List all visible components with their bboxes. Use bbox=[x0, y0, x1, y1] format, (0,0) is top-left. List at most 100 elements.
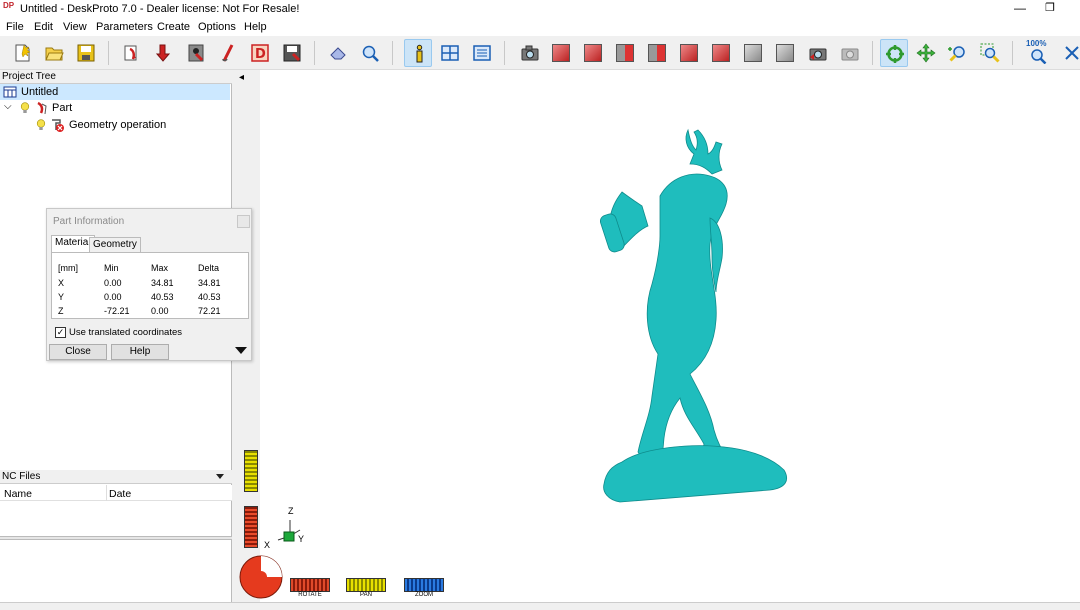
part-parameters-button[interactable] bbox=[118, 39, 146, 67]
view-back-button[interactable] bbox=[644, 39, 672, 67]
menu-parameters[interactable]: Parameters bbox=[96, 21, 153, 33]
next-view-button[interactable] bbox=[836, 39, 864, 67]
list-view-button[interactable] bbox=[468, 39, 496, 67]
view-back-icon bbox=[648, 44, 666, 62]
column-date[interactable]: Date bbox=[109, 488, 131, 500]
cutter-button[interactable] bbox=[214, 39, 242, 67]
row-axis: X bbox=[58, 278, 65, 288]
project-tree-header: Project Tree bbox=[0, 70, 232, 84]
view-left-button[interactable] bbox=[676, 39, 704, 67]
write-nc-icon bbox=[283, 44, 301, 62]
tree-item-part[interactable]: ⌵ Part bbox=[0, 100, 230, 116]
pan-control-label: PAN bbox=[360, 592, 372, 598]
axis-x-label: X bbox=[264, 540, 271, 550]
expand-dialog-icon[interactable] bbox=[235, 347, 247, 354]
zoom-window-icon bbox=[980, 43, 1000, 63]
menu-create[interactable]: Create bbox=[157, 21, 190, 33]
menu-edit[interactable]: Edit bbox=[34, 21, 53, 33]
view-iso2-icon bbox=[776, 44, 794, 62]
menu-options[interactable]: Options bbox=[198, 21, 236, 33]
row-delta: 40.53 bbox=[198, 292, 221, 302]
minimize-button[interactable]: — bbox=[1010, 1, 1030, 17]
calculate-button[interactable]: D bbox=[246, 39, 274, 67]
dropdown-arrow-icon[interactable] bbox=[216, 474, 224, 479]
part-icon bbox=[37, 101, 47, 115]
help-button[interactable]: Help bbox=[111, 344, 169, 360]
view-front-button[interactable] bbox=[580, 39, 608, 67]
more-tools-button[interactable] bbox=[1060, 39, 1080, 67]
nc-files-column-header: Name Date bbox=[0, 485, 232, 501]
dialog-close-button[interactable] bbox=[237, 215, 250, 228]
wizard-button[interactable] bbox=[182, 39, 210, 67]
zoom-100-button[interactable]: 100% bbox=[1024, 39, 1052, 67]
view-top-button[interactable] bbox=[548, 39, 576, 67]
lightbulb-icon[interactable] bbox=[20, 102, 30, 114]
collapse-panel-icon[interactable]: ◂ bbox=[239, 72, 244, 83]
view-left-icon bbox=[680, 44, 698, 62]
nc-files-header: NC Files bbox=[0, 470, 232, 484]
menu-file[interactable]: File bbox=[6, 21, 24, 33]
lightbulb-icon[interactable] bbox=[36, 119, 46, 131]
part-info-button[interactable] bbox=[404, 39, 432, 67]
row-max: 34.81 bbox=[151, 278, 174, 288]
zoom-mode-button[interactable] bbox=[944, 39, 972, 67]
camera-disabled-icon bbox=[841, 48, 859, 61]
project-icon bbox=[3, 86, 17, 98]
translated-coordinates-checkbox[interactable]: ✓ bbox=[55, 327, 66, 338]
axis-triad-icon bbox=[277, 520, 301, 542]
expand-chevron-icon[interactable]: ⌵ bbox=[4, 99, 12, 115]
write-nc-button[interactable] bbox=[278, 39, 306, 67]
rotate-control[interactable] bbox=[290, 578, 330, 592]
operation-parameters-button[interactable] bbox=[150, 39, 178, 67]
pan-mode-button[interactable] bbox=[912, 39, 940, 67]
zoom-control[interactable] bbox=[404, 578, 444, 592]
column-name[interactable]: Name bbox=[4, 488, 32, 500]
toolbar-separator bbox=[314, 41, 315, 65]
panel-splitter[interactable] bbox=[0, 536, 232, 540]
tree-item-label: Geometry operation bbox=[69, 119, 167, 131]
row-max: 0.00 bbox=[151, 306, 169, 316]
open-button[interactable] bbox=[40, 39, 68, 67]
camera-view-button[interactable] bbox=[516, 39, 544, 67]
pan-speed-gauge[interactable] bbox=[244, 450, 258, 492]
3d-viewport[interactable]: ◂ Z X Y ROTATE PAN ZOOM bbox=[236, 70, 1080, 602]
tab-geometry[interactable]: Geometry bbox=[89, 237, 141, 252]
calculate-toolpaths-icon: D bbox=[251, 44, 269, 62]
wizard-icon bbox=[188, 44, 204, 62]
geometry-operation-icon bbox=[52, 119, 64, 132]
row-min: 0.00 bbox=[104, 292, 122, 302]
toolbar-separator bbox=[1012, 41, 1013, 65]
layout-button[interactable] bbox=[436, 39, 464, 67]
new-button[interactable] bbox=[8, 39, 36, 67]
view-right-button[interactable] bbox=[612, 39, 640, 67]
erase-button[interactable] bbox=[324, 39, 352, 67]
column-divider[interactable] bbox=[106, 485, 107, 501]
svg-text:D: D bbox=[255, 47, 266, 62]
view-iso2-button[interactable] bbox=[772, 39, 800, 67]
tree-item-label: Part bbox=[52, 102, 73, 114]
figure-body bbox=[637, 173, 733, 474]
tree-item-untitled[interactable]: Untitled bbox=[0, 84, 230, 100]
menu-help[interactable]: Help bbox=[244, 21, 267, 33]
row-axis: Z bbox=[58, 306, 64, 316]
view-iso-button[interactable] bbox=[740, 39, 768, 67]
extra-tool-icon bbox=[1065, 46, 1079, 60]
rotate-dial[interactable] bbox=[238, 554, 284, 600]
pan-icon bbox=[916, 43, 936, 63]
camera-back-icon bbox=[809, 48, 827, 61]
tree-item-geometry-operation[interactable]: Geometry operation bbox=[0, 117, 230, 133]
view-bottom-button[interactable] bbox=[708, 39, 736, 67]
rotate-mode-button[interactable] bbox=[880, 39, 908, 67]
zoom-100-icon bbox=[1031, 49, 1047, 64]
pan-control[interactable] bbox=[346, 578, 386, 592]
zoom-window-button[interactable] bbox=[976, 39, 1004, 67]
close-button[interactable]: Close bbox=[49, 344, 107, 360]
save-button[interactable] bbox=[72, 39, 100, 67]
axis-triad: Z X Y bbox=[262, 506, 312, 556]
rotate-speed-gauge[interactable] bbox=[244, 506, 258, 548]
zoom-icon bbox=[948, 46, 965, 62]
previous-view-button[interactable] bbox=[804, 39, 832, 67]
preview-button[interactable] bbox=[356, 39, 384, 67]
menu-view[interactable]: View bbox=[63, 21, 87, 33]
maximize-button[interactable]: ❐ bbox=[1040, 1, 1060, 17]
